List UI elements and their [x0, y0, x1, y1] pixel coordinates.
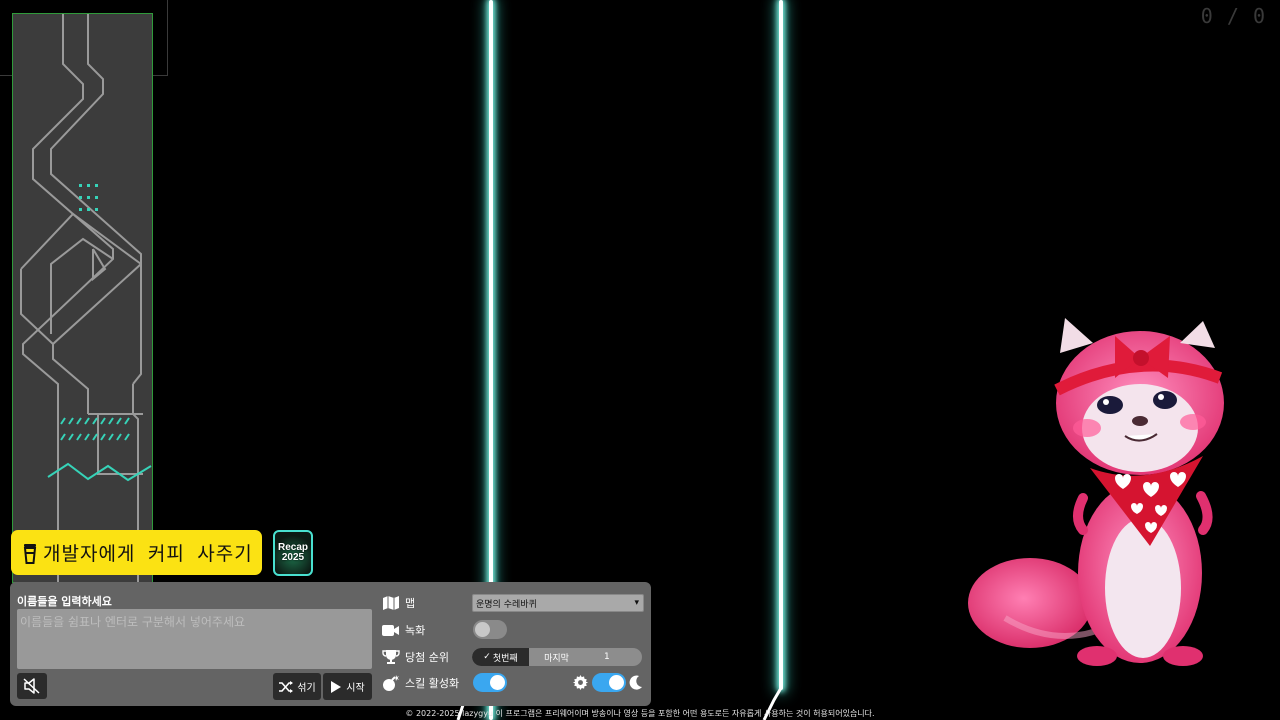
map-row-label: 맵: [382, 595, 415, 611]
checkmark-icon: ✓: [483, 652, 491, 662]
squirrel-mascot-image: [968, 318, 1224, 666]
recording-label-text: 녹화: [405, 624, 426, 637]
track-path-graphic: [20, 14, 152, 582]
recording-row-label: 녹화: [382, 622, 425, 638]
shuffle-button[interactable]: 섞기: [273, 673, 321, 700]
map-label-text: 맵: [405, 597, 416, 610]
track-preview: [12, 13, 153, 583]
map-selected-value: 운명의 수레바퀴: [476, 599, 537, 610]
bomb-icon: [383, 675, 399, 691]
play-icon: [331, 680, 342, 693]
shuffle-icon: [279, 680, 294, 693]
coffee-cup-icon: [23, 543, 37, 564]
rank-first-label: 첫번째: [492, 653, 518, 664]
video-camera-icon: [382, 624, 399, 636]
skill-label-text: 스킬 활성화: [405, 677, 460, 690]
recording-toggle[interactable]: [473, 620, 507, 639]
marble-counter: 0 / 0: [1200, 4, 1266, 28]
names-textarea[interactable]: [17, 609, 372, 669]
buy-coffee-label: 개발자에게 커피 사주기: [43, 543, 253, 565]
control-panel: 이름들을 입력하세요 섞기 시작 맵 운명의 수레바퀴 ▾: [10, 582, 651, 706]
moon-icon: [629, 675, 642, 690]
map-select[interactable]: 운명의 수레바퀴 ▾: [472, 594, 644, 612]
rank-label-text: 당첨 순위: [405, 651, 449, 664]
skill-row-label: 스킬 활성화: [382, 675, 459, 691]
recap-year: 2025: [281, 552, 305, 563]
trophy-icon: [382, 650, 400, 664]
speaker-mute-icon: [23, 678, 40, 694]
copyright-footer: © 2022-2025 lazygyu 이 프로그램은 프리웨어이며 방송이나 …: [405, 709, 875, 718]
start-label: 시작: [346, 683, 365, 694]
skill-toggle[interactable]: [473, 673, 507, 692]
rank-last-option[interactable]: 마지막: [529, 648, 584, 666]
shuffle-label: 섞기: [297, 683, 316, 694]
gear-icon: [573, 675, 588, 690]
map-icon: [383, 596, 399, 610]
recap-2025-button[interactable]: Recap 2025: [273, 530, 313, 576]
rank-count-value: 1: [604, 652, 610, 662]
buy-coffee-button[interactable]: 개발자에게 커피 사주기: [11, 530, 262, 575]
mute-button[interactable]: [17, 673, 47, 699]
rank-count-input[interactable]: 1: [584, 648, 642, 666]
start-button[interactable]: 시작: [323, 673, 372, 700]
toggle-knob: [609, 675, 624, 690]
dark-mode-toggle[interactable]: [592, 673, 626, 692]
rank-first-option[interactable]: ✓ 첫번째: [472, 648, 529, 666]
rank-selector: ✓ 첫번째 마지막 1: [472, 648, 642, 666]
names-input-label: 이름들을 입력하세요: [17, 595, 112, 608]
toggle-knob: [475, 622, 490, 637]
rank-last-label: 마지막: [544, 653, 569, 664]
chevron-down-icon: ▾: [634, 598, 639, 608]
glowing-wall-right: [779, 0, 783, 690]
rank-row-label: 당첨 순위: [382, 649, 449, 665]
toggle-knob: [490, 675, 505, 690]
